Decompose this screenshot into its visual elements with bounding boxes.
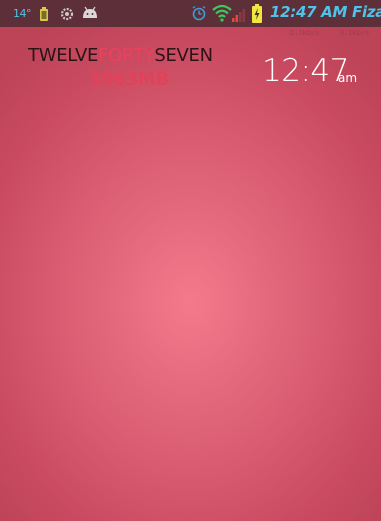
- status-bar[interactable]: 14° 12:47 AM Fiza: [0, 0, 381, 27]
- word-clock-minutes: FORTY: [98, 45, 155, 66]
- clock-ampm: am: [338, 71, 358, 85]
- memory-usage: 1063MB: [89, 69, 169, 90]
- alarm-icon: [191, 5, 207, 25]
- wifi-icon: [212, 4, 232, 26]
- gear-icon: [60, 6, 74, 25]
- net-speed-down: D:1Kb/s: [290, 29, 320, 37]
- signal-icon: [232, 7, 246, 26]
- digital-clock-widget[interactable]: 12:47: [262, 52, 349, 90]
- battery-charging-icon: [251, 4, 263, 27]
- battery-small-icon: [39, 6, 49, 25]
- home-screen: 14° 12:47 AM Fiza D:1Kb/s U:1Kb/s TWELVE…: [0, 0, 381, 521]
- net-speed-up: U:1Kb/s: [340, 29, 370, 37]
- word-clock-seconds: SEVEN: [154, 45, 213, 66]
- status-time: 12:47 AM Fiza: [270, 3, 381, 21]
- temperature-label: 14°: [13, 7, 32, 20]
- word-clock-widget[interactable]: TWELVEFORTYSEVEN: [28, 45, 213, 66]
- word-clock-hour: TWELVE: [28, 45, 99, 66]
- android-icon: [81, 5, 99, 24]
